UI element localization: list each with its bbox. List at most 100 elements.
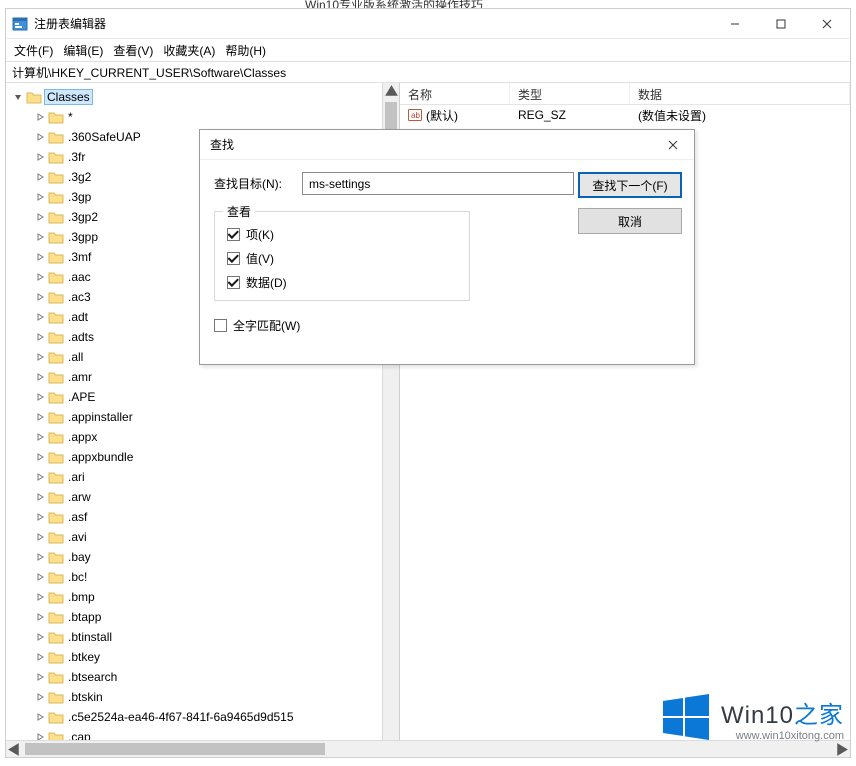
- tree-label: .btapp: [68, 610, 101, 624]
- dialog-close-button[interactable]: [652, 130, 694, 160]
- collapsed-icon[interactable]: [34, 331, 46, 343]
- scroll-left-icon[interactable]: [6, 741, 23, 758]
- collapsed-icon[interactable]: [34, 131, 46, 143]
- collapsed-icon[interactable]: [34, 471, 46, 483]
- collapsed-icon[interactable]: [34, 511, 46, 523]
- collapsed-icon[interactable]: [34, 491, 46, 503]
- collapsed-icon[interactable]: [34, 651, 46, 663]
- checkbox-values[interactable]: [227, 252, 240, 265]
- collapsed-icon[interactable]: [34, 531, 46, 543]
- tree-node[interactable]: .bay: [6, 547, 399, 567]
- tree-node[interactable]: .ari: [6, 467, 399, 487]
- folder-icon: [48, 510, 64, 524]
- menu-view[interactable]: 查看(V): [113, 42, 153, 59]
- collapsed-icon[interactable]: [34, 671, 46, 683]
- find-target-input[interactable]: [302, 172, 574, 195]
- collapsed-icon[interactable]: [34, 171, 46, 183]
- tree-node[interactable]: .bmp: [6, 587, 399, 607]
- minimize-button[interactable]: [712, 9, 758, 39]
- collapsed-icon[interactable]: [34, 291, 46, 303]
- tree-node[interactable]: .appx: [6, 427, 399, 447]
- collapsed-icon[interactable]: [34, 431, 46, 443]
- tree-node[interactable]: .avi: [6, 527, 399, 547]
- tree-label: .APE: [68, 390, 95, 404]
- tree-node[interactable]: .appinstaller: [6, 407, 399, 427]
- collapsed-icon[interactable]: [34, 191, 46, 203]
- tree-node[interactable]: .bc!: [6, 567, 399, 587]
- collapsed-icon[interactable]: [34, 551, 46, 563]
- scroll-thumb[interactable]: [25, 743, 325, 755]
- collapsed-icon[interactable]: [34, 571, 46, 583]
- collapsed-icon[interactable]: [34, 591, 46, 603]
- tree-node[interactable]: .APE: [6, 387, 399, 407]
- scroll-up-icon[interactable]: [383, 83, 400, 100]
- tree-node[interactable]: .amr: [6, 367, 399, 387]
- tree-label: .3gpp: [68, 230, 98, 244]
- cancel-button[interactable]: 取消: [578, 208, 682, 234]
- tree-node[interactable]: .btinstall: [6, 627, 399, 647]
- tree-label: .3gp2: [68, 210, 98, 224]
- folder-icon: [48, 710, 64, 724]
- collapsed-icon[interactable]: [34, 151, 46, 163]
- find-next-button[interactable]: 查找下一个(F): [578, 172, 682, 198]
- collapsed-icon[interactable]: [34, 311, 46, 323]
- collapsed-icon[interactable]: [34, 111, 46, 123]
- menu-bar[interactable]: 文件(F) 编辑(E) 查看(V) 收藏夹(A) 帮助(H): [6, 39, 850, 61]
- tree-node[interactable]: .c5e2524a-ea46-4f67-841f-6a9465d9d515: [6, 707, 399, 727]
- col-name[interactable]: 名称: [400, 83, 510, 104]
- collapsed-icon[interactable]: [34, 371, 46, 383]
- collapsed-icon[interactable]: [34, 691, 46, 703]
- dialog-title-bar[interactable]: 查找: [200, 130, 694, 160]
- collapsed-icon[interactable]: [34, 251, 46, 263]
- collapsed-icon[interactable]: [34, 631, 46, 643]
- expanded-icon[interactable]: [12, 91, 24, 103]
- tree-label: Classes: [44, 89, 93, 105]
- checkbox-data[interactable]: [227, 276, 240, 289]
- tree-node-root[interactable]: Classes: [6, 87, 399, 107]
- menu-favorites[interactable]: 收藏夹(A): [163, 42, 215, 59]
- checkbox-whole-word[interactable]: [214, 319, 227, 332]
- dialog-title: 查找: [210, 136, 234, 153]
- menu-file[interactable]: 文件(F): [14, 42, 53, 59]
- tree-node[interactable]: .btkey: [6, 647, 399, 667]
- tree-node[interactable]: .btskin: [6, 687, 399, 707]
- tree-node[interactable]: *: [6, 107, 399, 127]
- title-bar[interactable]: 注册表编辑器: [6, 9, 850, 39]
- tree-label: .aac: [68, 270, 91, 284]
- tree-label: .ari: [68, 470, 85, 484]
- collapsed-icon[interactable]: [34, 611, 46, 623]
- maximize-button[interactable]: [758, 9, 804, 39]
- folder-icon: [48, 570, 64, 584]
- collapsed-icon[interactable]: [34, 211, 46, 223]
- address-bar[interactable]: 计算机\HKEY_CURRENT_USER\Software\Classes: [6, 61, 850, 83]
- tree-label: .appinstaller: [68, 410, 133, 424]
- tree-label: .all: [68, 350, 83, 364]
- columns-header[interactable]: 名称 类型 数据: [400, 83, 850, 105]
- col-data[interactable]: 数据: [630, 83, 850, 104]
- tree-node[interactable]: .arw: [6, 487, 399, 507]
- tree-label: .360SafeUAP: [68, 130, 141, 144]
- tree-node[interactable]: .asf: [6, 507, 399, 527]
- collapsed-icon[interactable]: [34, 391, 46, 403]
- folder-icon: [48, 490, 64, 504]
- tree-node[interactable]: .appxbundle: [6, 447, 399, 467]
- tree-node[interactable]: .btsearch: [6, 667, 399, 687]
- collapsed-icon[interactable]: [34, 411, 46, 423]
- tree-label: .adt: [68, 310, 88, 324]
- col-type[interactable]: 类型: [510, 83, 630, 104]
- watermark-brand: Win10之家: [721, 695, 844, 730]
- collapsed-icon[interactable]: [34, 711, 46, 723]
- collapsed-icon[interactable]: [34, 351, 46, 363]
- menu-edit[interactable]: 编辑(E): [63, 42, 103, 59]
- collapsed-icon[interactable]: [34, 231, 46, 243]
- menu-help[interactable]: 帮助(H): [225, 42, 266, 59]
- folder-icon: [48, 290, 64, 304]
- value-row[interactable]: ab (默认) REG_SZ (数值未设置): [400, 105, 850, 125]
- collapsed-icon[interactable]: [34, 271, 46, 283]
- tree-label: .ac3: [68, 290, 91, 304]
- tree-node[interactable]: .btapp: [6, 607, 399, 627]
- close-button[interactable]: [804, 9, 850, 39]
- collapsed-icon[interactable]: [34, 451, 46, 463]
- tree-label: .c5e2524a-ea46-4f67-841f-6a9465d9d515: [68, 710, 294, 724]
- checkbox-keys[interactable]: [227, 228, 240, 241]
